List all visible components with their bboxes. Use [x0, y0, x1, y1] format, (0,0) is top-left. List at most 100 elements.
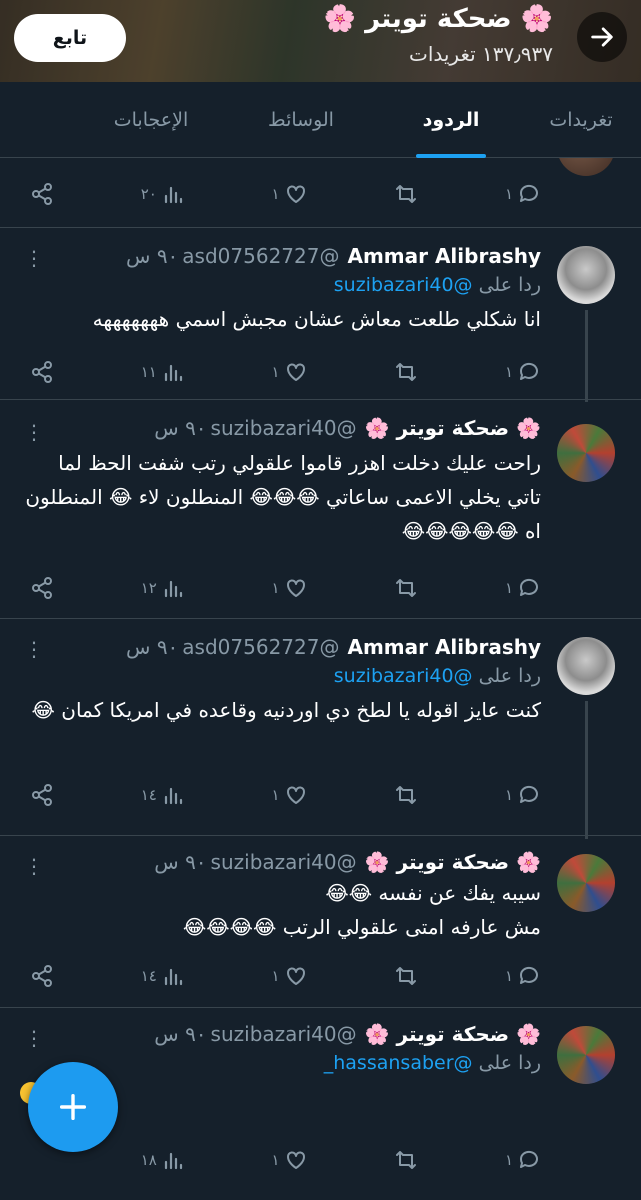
- share-action[interactable]: [30, 576, 54, 600]
- like-count: ١: [271, 967, 280, 985]
- tweet-time[interactable]: ٩٠ س: [154, 1022, 206, 1046]
- reply-action[interactable]: ١: [505, 576, 541, 600]
- tweet-text-line-1: سيبه يفك عن نفسه 😂😂: [325, 881, 541, 905]
- reply-icon: [519, 966, 538, 984]
- tweet-time[interactable]: ٩٠ س: [126, 635, 178, 659]
- tweet-actions: ١ ١ ٢٠: [30, 182, 541, 206]
- tab-likes[interactable]: الإعجابات: [81, 82, 221, 158]
- compose-button[interactable]: [28, 1062, 118, 1152]
- share-action[interactable]: [30, 360, 54, 384]
- avatar[interactable]: [557, 424, 615, 482]
- retweet-icon: [396, 786, 417, 804]
- tweet[interactable]: ⋮ Ammar Alibrashy @asd07562727 ٩٠ س ردا …: [0, 618, 641, 839]
- share-icon: [32, 577, 52, 599]
- author-name[interactable]: Ammar Alibrashy: [347, 635, 541, 659]
- author-name[interactable]: 🌸 ضحكة تويتر 🌸: [365, 416, 541, 440]
- tab-media[interactable]: الوسائط: [221, 82, 381, 158]
- tweet-time[interactable]: ٩٠ س: [154, 416, 206, 440]
- reply-to-prefix: ردا على: [478, 1052, 541, 1074]
- author-handle[interactable]: @suzibazari40: [211, 416, 357, 440]
- like-count: ١: [271, 579, 280, 597]
- tweet-actions: ١ ١ ١٨: [30, 1148, 541, 1172]
- tweet-count: ١٣٧٫٩٣٧ تغريدات: [408, 42, 553, 66]
- profile-tabs: تغريدات الردود الوسائط الإعجابات: [0, 82, 641, 158]
- reply-count: ١: [504, 185, 513, 203]
- reply-count: ١: [504, 967, 513, 985]
- views-icon: [164, 968, 182, 986]
- avatar[interactable]: [557, 637, 615, 695]
- reply-action[interactable]: ١: [505, 964, 541, 988]
- views-icon: [164, 364, 182, 382]
- author-handle[interactable]: @asd07562727: [182, 635, 339, 659]
- reply-to: ردا على @suzibazari40: [22, 274, 541, 296]
- like-action[interactable]: ١: [272, 360, 308, 384]
- share-action[interactable]: [30, 182, 54, 206]
- like-count: ١: [271, 363, 280, 381]
- reply-to-handle[interactable]: @hassansaber_: [324, 1052, 473, 1074]
- tab-tweets[interactable]: تغريدات: [521, 82, 641, 158]
- like-action[interactable]: ١: [272, 783, 308, 807]
- retweet-icon: [396, 1151, 417, 1169]
- retweet-action[interactable]: [394, 1148, 418, 1172]
- retweet-action[interactable]: [394, 360, 418, 384]
- thread-line: [585, 701, 588, 839]
- reply-icon: [519, 1150, 538, 1168]
- retweet-action[interactable]: [394, 783, 418, 807]
- tweet-partial[interactable]: ١ ١ ٢٠: [0, 158, 641, 228]
- avatar[interactable]: [557, 158, 615, 176]
- heart-icon: [286, 786, 305, 804]
- tweet[interactable]: ⋮ 🌸 ضحكة تويتر 🌸 @suzibazari40 ٩٠ س سيبه…: [0, 836, 641, 1008]
- retweet-icon: [396, 363, 417, 381]
- retweet-action[interactable]: [394, 964, 418, 988]
- back-button[interactable]: [577, 12, 627, 62]
- views-action[interactable]: ١٤: [141, 964, 185, 988]
- tweet-time[interactable]: ٩٠ س: [126, 244, 178, 268]
- views-action[interactable]: ١٢: [141, 576, 185, 600]
- reply-to-handle[interactable]: @suzibazari40: [334, 274, 473, 296]
- reply-action[interactable]: ١: [505, 1148, 541, 1172]
- reply-to-handle[interactable]: @suzibazari40: [334, 665, 473, 687]
- avatar[interactable]: [557, 1026, 615, 1084]
- tab-replies[interactable]: الردود: [381, 82, 521, 158]
- like-action[interactable]: ١: [272, 1148, 308, 1172]
- reply-count: ١: [504, 579, 513, 597]
- views-icon: [164, 787, 182, 805]
- author-name[interactable]: 🌸 ضحكة تويتر 🌸: [365, 1022, 541, 1046]
- like-action[interactable]: ١: [272, 576, 308, 600]
- author-handle[interactable]: @asd07562727: [182, 244, 339, 268]
- reply-count: ١: [504, 786, 513, 804]
- reply-action[interactable]: ١: [505, 360, 541, 384]
- reply-count: ١: [504, 1151, 513, 1169]
- view-count: ٢٠: [140, 185, 157, 203]
- retweet-action[interactable]: [394, 182, 418, 206]
- profile-name: 🌸 ضحكة تويتر 🌸: [323, 4, 553, 34]
- author-name[interactable]: 🌸 ضحكة تويتر 🌸: [365, 850, 541, 874]
- share-action[interactable]: [30, 783, 54, 807]
- views-action[interactable]: ١١: [141, 360, 185, 384]
- tweet-time[interactable]: ٩٠ س: [154, 850, 206, 874]
- retweet-action[interactable]: [394, 576, 418, 600]
- views-action[interactable]: ١٤: [141, 783, 185, 807]
- tweet[interactable]: ⋮ 🌸 ضحكة تويتر 🌸 @suzibazari40 ٩٠ س راحت…: [0, 400, 641, 618]
- like-action[interactable]: ١: [272, 182, 308, 206]
- like-action[interactable]: ١: [272, 964, 308, 988]
- reply-action[interactable]: ١: [505, 783, 541, 807]
- avatar[interactable]: [557, 246, 615, 304]
- view-count: ١٢: [140, 579, 157, 597]
- share-icon: [32, 183, 52, 205]
- tweet-text: كنت عايز اقوله يا لطخ دي اوردنيه وقاعده …: [31, 698, 541, 722]
- tweet-text: انا شكلي طلعت معاش عشان مجبش اسمي هههههه…: [92, 307, 541, 331]
- author-handle[interactable]: @suzibazari40: [211, 1022, 357, 1046]
- tweet-actions: ١ ١ ١٤: [30, 964, 541, 988]
- reply-icon: [519, 184, 538, 202]
- author-handle[interactable]: @suzibazari40: [211, 850, 357, 874]
- tweet[interactable]: ⋮ Ammar Alibrashy @asd07562727 ٩٠ س ردا …: [0, 228, 641, 402]
- follow-button[interactable]: تابع: [14, 14, 126, 62]
- avatar[interactable]: [557, 854, 615, 912]
- author-name[interactable]: Ammar Alibrashy: [347, 244, 541, 268]
- views-action[interactable]: ٢٠: [141, 182, 185, 206]
- reply-action[interactable]: ١: [505, 182, 541, 206]
- share-action[interactable]: [30, 964, 54, 988]
- views-action[interactable]: ١٨: [141, 1148, 185, 1172]
- heart-icon: [286, 363, 305, 381]
